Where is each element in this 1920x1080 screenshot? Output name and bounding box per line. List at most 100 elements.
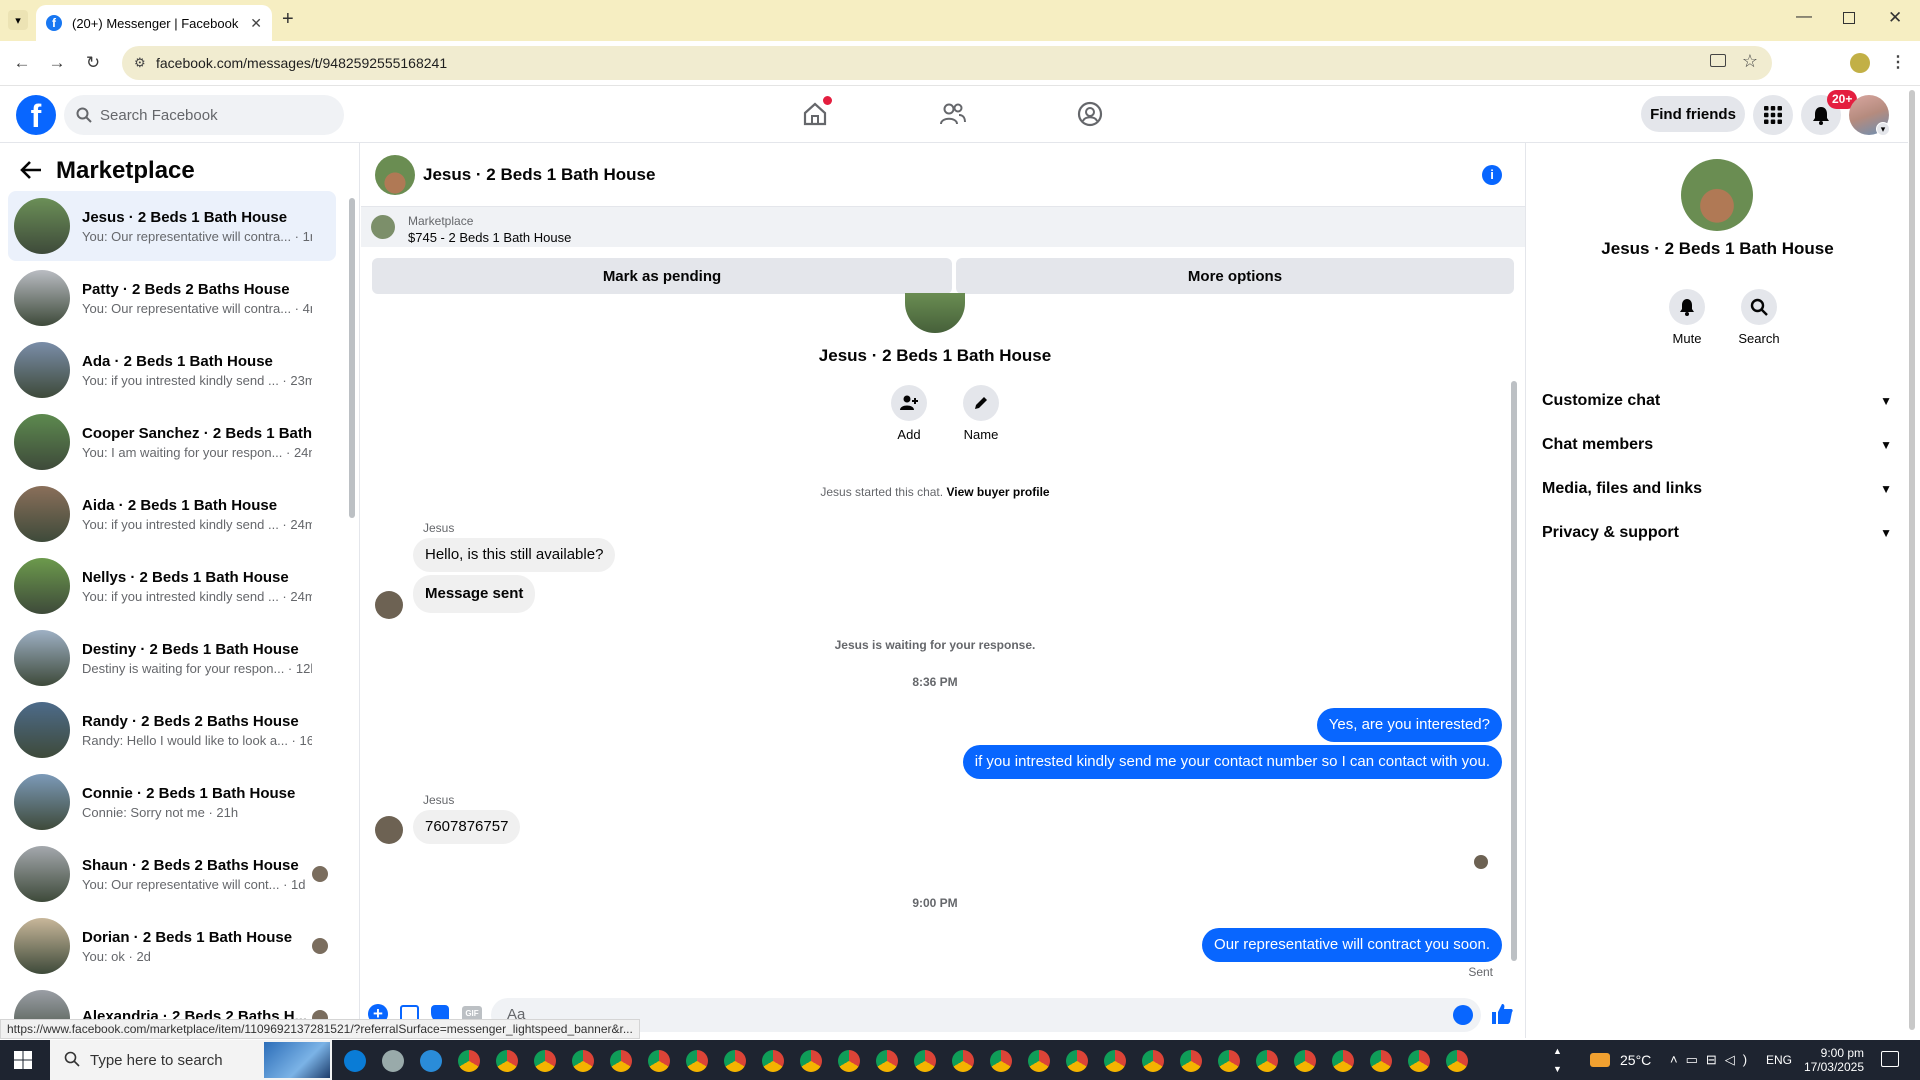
- chat-title[interactable]: Jesus · 2 Beds 1 Bath House: [423, 165, 655, 185]
- facebook-logo-icon[interactable]: f: [16, 95, 56, 135]
- restore-icon[interactable]: [1843, 12, 1855, 24]
- chrome-browser-icon[interactable]: [1332, 1050, 1354, 1072]
- chrome-browser-icon[interactable]: [496, 1050, 518, 1072]
- chrome-browser-icon[interactable]: [1446, 1050, 1468, 1072]
- find-friends-button[interactable]: Find friends: [1641, 96, 1745, 132]
- chrome-browser-icon[interactable]: [382, 1050, 404, 1072]
- chrome-browser-icon[interactable]: [1370, 1050, 1392, 1072]
- incoming-message[interactable]: 7607876757: [413, 810, 521, 844]
- notification-center-icon[interactable]: [1881, 1051, 1899, 1067]
- chrome-browser-icon[interactable]: [952, 1050, 974, 1072]
- close-tab-icon[interactable]: ✕: [250, 15, 262, 32]
- chrome-browser-icon[interactable]: [1142, 1050, 1164, 1072]
- add-people-button[interactable]: Add: [881, 385, 937, 442]
- chrome-browser-icon[interactable]: [990, 1050, 1012, 1072]
- chrome-browser-icon[interactable]: [838, 1050, 860, 1072]
- forward-icon[interactable]: →: [44, 50, 70, 76]
- privacy-support-row[interactable]: Privacy & support ▼: [1542, 515, 1892, 551]
- mark-pending-button[interactable]: Mark as pending: [372, 258, 952, 294]
- search-input[interactable]: Search Facebook: [64, 95, 344, 135]
- chrome-browser-icon[interactable]: [1294, 1050, 1316, 1072]
- chrome-browser-icon[interactable]: [876, 1050, 898, 1072]
- chrome-browser-icon[interactable]: [914, 1050, 936, 1072]
- windows-start-icon[interactable]: [14, 1051, 32, 1069]
- search-in-chat-button[interactable]: Search: [1732, 289, 1786, 346]
- page-scrollbar[interactable]: [1909, 90, 1915, 1030]
- profile-icon[interactable]: [1850, 53, 1870, 73]
- chrome-browser-icon[interactable]: [534, 1050, 556, 1072]
- close-window-icon[interactable]: ✕: [1888, 8, 1902, 28]
- home-icon[interactable]: [801, 96, 832, 128]
- conversation-item[interactable]: Cooper Sanchez · 2 Beds 1 Bath ... You: I…: [8, 407, 336, 477]
- customize-chat-row[interactable]: Customize chat ▼: [1542, 383, 1892, 419]
- chrome-browser-icon[interactable]: [1028, 1050, 1050, 1072]
- browser-menu-icon[interactable]: ⋮: [1890, 52, 1906, 72]
- groups-icon[interactable]: [1076, 100, 1104, 128]
- conversation-item[interactable]: Aida · 2 Beds 1 Bath House You: if you in…: [8, 479, 336, 549]
- like-thumb-icon[interactable]: [1490, 1002, 1514, 1026]
- chrome-browser-icon[interactable]: [648, 1050, 670, 1072]
- incoming-message[interactable]: Message sent: [413, 575, 536, 613]
- weather-widget[interactable]: 25°C: [1590, 1040, 1651, 1080]
- name-button[interactable]: Name: [953, 385, 1009, 442]
- chat-avatar[interactable]: [375, 155, 415, 195]
- back-arrow-icon[interactable]: [20, 160, 42, 180]
- outgoing-message[interactable]: Yes, are you interested?: [1316, 708, 1502, 742]
- taskbar-search-input[interactable]: Type here to search: [50, 1040, 332, 1080]
- tray-icons[interactable]: ˄▭⊟◁): [1670, 1040, 1755, 1080]
- back-icon[interactable]: ←: [9, 50, 35, 76]
- edge-browser-icon[interactable]: [344, 1050, 366, 1072]
- conversation-item[interactable]: Nellys · 2 Beds 1 Bath House You: if you …: [8, 551, 336, 621]
- conversation-item[interactable]: Dorian · 2 Beds 1 Bath House You: ok · 2d: [8, 911, 336, 981]
- listing-banner[interactable]: Marketplace $745 - 2 Beds 1 Bath House: [361, 207, 1525, 247]
- chrome-browser-icon[interactable]: [1218, 1050, 1240, 1072]
- taskbar-scroll-arrows[interactable]: ▲ ▼: [1553, 1042, 1562, 1078]
- bookmark-star-icon[interactable]: ☆: [1742, 51, 1758, 72]
- mute-button[interactable]: Mute: [1660, 289, 1714, 346]
- outgoing-message[interactable]: Our representative will contract you soo…: [1202, 928, 1502, 962]
- conversation-item[interactable]: Shaun · 2 Beds 2 Baths House You: Our rep…: [8, 839, 336, 909]
- conversation-item[interactable]: Ada · 2 Beds 1 Bath House You: if you int…: [8, 335, 336, 405]
- reload-icon[interactable]: ↻: [80, 50, 106, 76]
- language-indicator[interactable]: ENG: [1766, 1040, 1792, 1080]
- download-icon[interactable]: [420, 1050, 442, 1072]
- more-options-button[interactable]: More options: [956, 258, 1514, 294]
- address-bar[interactable]: ⚙ facebook.com/messages/t/94825925551682…: [122, 46, 1772, 80]
- view-buyer-profile-link[interactable]: View buyer profile: [946, 485, 1049, 499]
- conversation-item[interactable]: Jesus · 2 Beds 1 Bath House You: Our repr…: [8, 191, 336, 261]
- account-chevron-icon[interactable]: ▾: [1876, 122, 1890, 136]
- browser-tab[interactable]: f (20+) Messenger | Facebook ✕: [36, 5, 272, 41]
- chrome-browser-icon[interactable]: [572, 1050, 594, 1072]
- friends-icon[interactable]: [939, 100, 967, 128]
- emoji-icon[interactable]: [1453, 1005, 1473, 1025]
- site-info-icon[interactable]: ⚙: [134, 55, 146, 71]
- chrome-browser-icon[interactable]: [610, 1050, 632, 1072]
- chrome-browser-icon[interactable]: [800, 1050, 822, 1072]
- chrome-browser-icon[interactable]: [1066, 1050, 1088, 1072]
- minimize-icon[interactable]: —: [1796, 8, 1812, 26]
- sidebar-scrollbar[interactable]: [349, 198, 355, 518]
- chrome-browser-icon[interactable]: [724, 1050, 746, 1072]
- menu-grid-button[interactable]: [1753, 95, 1793, 135]
- chrome-browser-icon[interactable]: [1180, 1050, 1202, 1072]
- incoming-message[interactable]: Hello, is this still available?: [413, 538, 616, 572]
- tab-list-icon[interactable]: ▾: [8, 10, 28, 30]
- info-icon[interactable]: i: [1482, 165, 1502, 185]
- chat-scrollbar[interactable]: [1511, 381, 1517, 961]
- new-tab-icon[interactable]: +: [282, 8, 294, 31]
- media-files-links-row[interactable]: Media, files and links ▼: [1542, 471, 1892, 507]
- outgoing-message[interactable]: if you intrested kindly send me your con…: [962, 745, 1502, 779]
- chrome-browser-icon[interactable]: [686, 1050, 708, 1072]
- chrome-browser-icon[interactable]: [458, 1050, 480, 1072]
- conversation-item[interactable]: Destiny · 2 Beds 1 Bath House Destiny is …: [8, 623, 336, 693]
- chat-members-row[interactable]: Chat members ▼: [1542, 427, 1892, 463]
- conversation-item[interactable]: Patty · 2 Beds 2 Baths House You: Our rep…: [8, 263, 336, 333]
- chrome-browser-icon[interactable]: [1104, 1050, 1126, 1072]
- chrome-browser-icon[interactable]: [762, 1050, 784, 1072]
- chrome-browser-icon[interactable]: [1256, 1050, 1278, 1072]
- clock[interactable]: 9:00 pm 17/03/2025: [1804, 1040, 1864, 1080]
- chrome-browser-icon[interactable]: [1408, 1050, 1430, 1072]
- install-app-icon[interactable]: [1710, 54, 1726, 67]
- conversation-item[interactable]: Randy · 2 Beds 2 Baths House Randy: Hello…: [8, 695, 336, 765]
- conversation-item[interactable]: Connie · 2 Beds 1 Bath House Connie: Sorr…: [8, 767, 336, 837]
